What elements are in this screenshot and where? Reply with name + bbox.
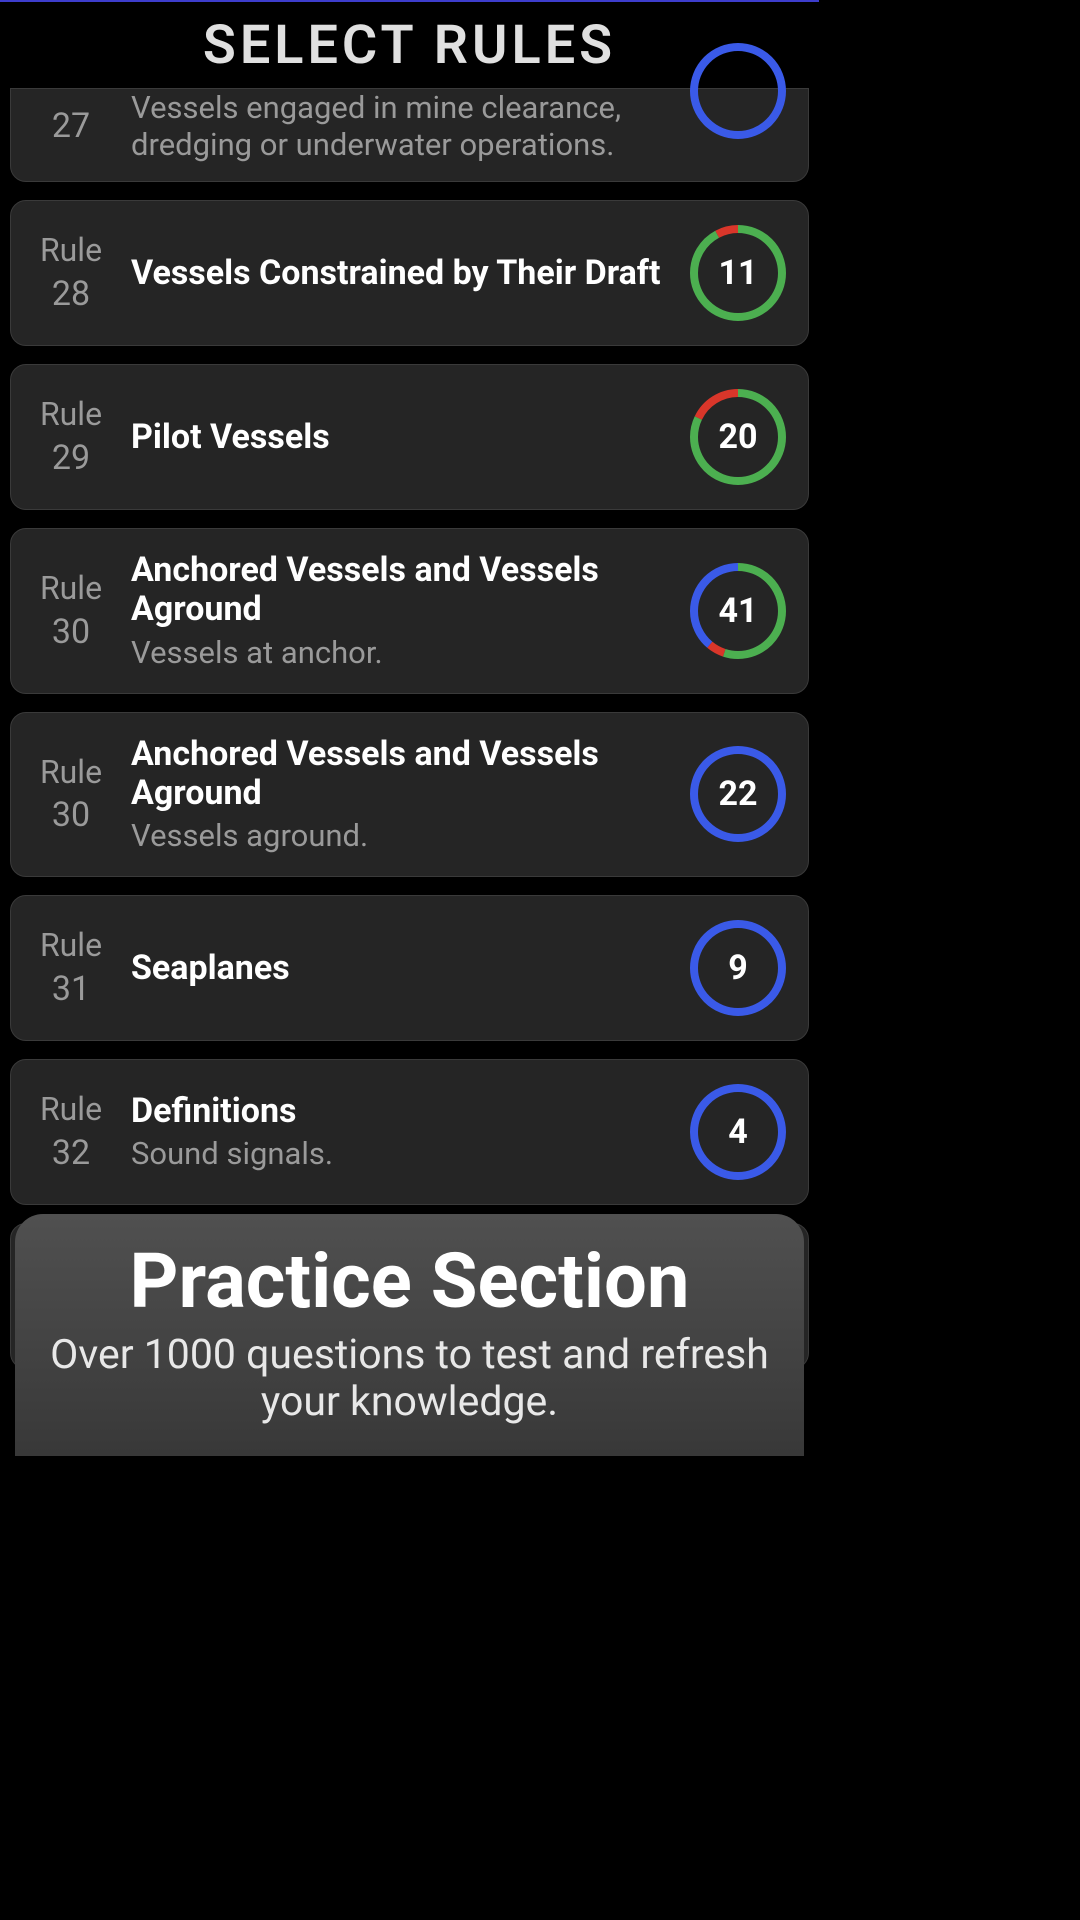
overlay-title: Practice Section bbox=[39, 1242, 780, 1322]
rule-number: 29 bbox=[52, 436, 90, 480]
question-count: 4 bbox=[728, 1112, 748, 1152]
rule-content: Pilot Vessels bbox=[131, 418, 668, 457]
rule-number: 30 bbox=[52, 793, 90, 837]
rule-number: 30 bbox=[52, 610, 90, 654]
question-count: 20 bbox=[718, 417, 757, 457]
question-count: 41 bbox=[718, 591, 757, 631]
rule-subtitle: Vessels engaged in mine clearance, dredg… bbox=[131, 89, 668, 163]
rule-label-column: Rule32 bbox=[31, 1089, 111, 1175]
rule-content: Anchored Vessels and Vessels Aground Vess… bbox=[131, 735, 668, 854]
rule-title: Definitions bbox=[131, 1092, 668, 1131]
rule-number: 32 bbox=[52, 1131, 90, 1175]
rule-label-column: 27 bbox=[31, 104, 111, 148]
overlay-subtitle: Over 1000 questions to test and refresh … bbox=[39, 1332, 780, 1426]
rule-label-text: Rule bbox=[40, 394, 102, 436]
rule-label-text: Rule bbox=[40, 230, 102, 272]
rule-content: Anchored Vessels and Vessels Aground Vess… bbox=[131, 551, 668, 670]
rule-content: Vessels Constrained by Their Draft bbox=[131, 254, 668, 293]
rule-list: 27 Vessels engaged in mine clearance, dre… bbox=[0, 88, 819, 1369]
page-title: SELECT RULES bbox=[203, 14, 616, 77]
progress-ring: 9 bbox=[688, 918, 788, 1018]
progress-ring: 20 bbox=[688, 387, 788, 487]
rule-card[interactable]: Rule29 Pilot Vessels 20 bbox=[10, 364, 809, 510]
rule-card[interactable]: Rule30Anchored Vessels and Vessels Agrou… bbox=[10, 528, 809, 693]
question-count: 11 bbox=[718, 253, 757, 293]
rule-number: 28 bbox=[52, 272, 90, 316]
progress-ring: 11 bbox=[688, 223, 788, 323]
question-count: 9 bbox=[728, 948, 748, 988]
practice-section-overlay[interactable]: Practice Section Over 1000 questions to … bbox=[15, 1214, 804, 1456]
progress-ring: 22 bbox=[688, 744, 788, 844]
rule-title: Anchored Vessels and Vessels Aground bbox=[131, 735, 668, 813]
rule-label-column: Rule29 bbox=[31, 394, 111, 480]
rule-title: Pilot Vessels bbox=[131, 418, 668, 457]
rule-label-text: Rule bbox=[40, 752, 102, 794]
rule-label-text: Rule bbox=[40, 1089, 102, 1131]
rule-content: Vessels engaged in mine clearance, dredg… bbox=[131, 89, 668, 163]
rule-number: 31 bbox=[52, 967, 90, 1011]
rule-card[interactable]: Rule31 Seaplanes 9 bbox=[10, 895, 809, 1041]
rule-label-column: Rule28 bbox=[31, 230, 111, 316]
rule-title: Anchored Vessels and Vessels Aground bbox=[131, 551, 668, 629]
progress-ring: 41 bbox=[688, 561, 788, 661]
progress-ring: 4 bbox=[688, 1082, 788, 1182]
rule-content: Seaplanes bbox=[131, 949, 668, 988]
rule-title: Seaplanes bbox=[131, 949, 668, 988]
rule-title: Vessels Constrained by Their Draft bbox=[131, 254, 668, 293]
rule-card[interactable]: Rule32 Definitions Sound signals. 4 bbox=[10, 1059, 809, 1205]
question-count: 22 bbox=[718, 774, 757, 814]
rule-label-column: Rule30 bbox=[31, 568, 111, 654]
rule-number: 27 bbox=[52, 104, 90, 148]
rule-label-column: Rule30 bbox=[31, 752, 111, 838]
rule-card[interactable]: 27 Vessels engaged in mine clearance, dre… bbox=[10, 88, 809, 182]
rule-card[interactable]: Rule28 Vessels Constrained by Their Draft… bbox=[10, 200, 809, 346]
rule-subtitle: Vessels aground. bbox=[131, 817, 668, 854]
rule-label-text: Rule bbox=[40, 568, 102, 610]
rule-subtitle: Vessels at anchor. bbox=[131, 634, 668, 671]
progress-ring bbox=[688, 41, 788, 141]
rule-label-column: Rule31 bbox=[31, 925, 111, 1011]
rule-card[interactable]: Rule30Anchored Vessels and Vessels Agrou… bbox=[10, 712, 809, 877]
rule-label-text: Rule bbox=[40, 925, 102, 967]
rule-content: Definitions Sound signals. bbox=[131, 1092, 668, 1172]
rule-subtitle: Sound signals. bbox=[131, 1135, 668, 1172]
